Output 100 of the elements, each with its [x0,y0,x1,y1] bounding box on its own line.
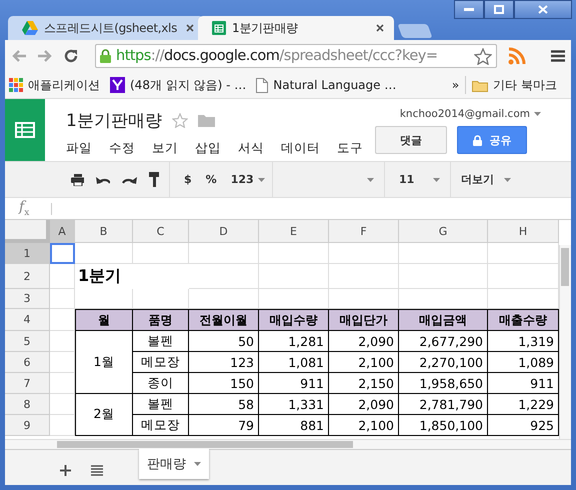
browser-tab[interactable]: 1분기판매량 [198,16,394,40]
column-header[interactable]: H [488,220,559,243]
sheet-cell[interactable] [399,264,488,289]
apps-grid-icon [9,78,23,92]
menu-item[interactable]: 수정 [109,140,135,157]
minimize-button[interactable] [454,0,484,19]
more-dropdown[interactable]: 더보기 [451,172,521,187]
sheet-cell[interactable] [189,243,259,264]
bookmark-item[interactable]: Natural Language … [256,78,396,92]
column-header[interactable]: C [133,220,189,243]
row-header[interactable]: 8 [5,394,50,415]
table-cell: 150 [189,373,259,394]
lock-icon [472,134,482,146]
table-header-cell: 월 [75,309,133,331]
reload-icon[interactable] [63,48,79,64]
row-header[interactable]: 9 [5,415,50,436]
caret-icon [258,178,265,182]
select-all-corner[interactable] [5,220,50,243]
address-bar[interactable]: https://docs.google.com/spreadsheet/ccc?key= [95,44,497,68]
lock-icon [100,49,111,63]
table-cell: 2,100 [329,352,399,373]
sheet-cell[interactable] [399,243,488,264]
star-icon[interactable] [474,48,492,64]
menu-item[interactable]: 서식 [238,140,264,157]
percent-format-button[interactable]: % [206,173,217,186]
row-header[interactable]: 7 [5,373,50,394]
close-icon [538,5,548,14]
row-header[interactable]: 1 [5,243,50,264]
close-button[interactable] [514,0,572,19]
table-cell: 2,677,290 [399,331,488,352]
sheet-cell[interactable] [259,243,329,264]
table-cell: 볼펜 [133,394,189,415]
row-header[interactable]: 5 [5,331,50,352]
paint-roller-icon[interactable] [148,172,160,187]
table-header-cell: 매입수량 [259,309,329,331]
table-cell: 종이 [133,373,189,394]
horizontal-scrollbar-thumb[interactable] [57,441,353,448]
new-tab-button[interactable] [397,24,433,38]
menu-item[interactable]: 데이터 [281,140,320,157]
maximize-button[interactable] [484,0,514,19]
table-header-cell: 품명 [133,309,189,331]
bookmark-item[interactable]: (48개 읽지 않음) - … [110,76,246,94]
table-cell: 2,100 [329,415,399,436]
folder-icon [472,78,488,92]
selected-cell[interactable] [50,243,75,264]
print-icon[interactable] [71,174,84,186]
menu-icon[interactable] [551,50,565,62]
close-icon[interactable] [186,24,194,32]
yahoo-icon [110,77,125,93]
column-header[interactable]: A [50,220,75,243]
bookmark-folder[interactable]: 기타 북마크 [472,76,557,94]
row-header[interactable]: 3 [5,289,50,309]
spreadsheet-logo-icon[interactable] [15,122,35,138]
table-cell: 2,090 [329,331,399,352]
menu-item[interactable]: 파일 [66,140,92,157]
currency-format-button[interactable]: $ [184,173,192,186]
column-header[interactable]: B [75,220,133,243]
column-header[interactable]: E [259,220,329,243]
caret-icon [433,178,440,182]
menu-item[interactable]: 삽입 [195,140,221,157]
table-cell: 881 [259,415,329,436]
account-email[interactable]: knchoo2014@gmail.com [400,108,530,120]
table-header-cell: 매입금액 [399,309,488,331]
sheet-title: 1분기 [75,264,189,289]
back-icon[interactable] [11,49,27,63]
menu-item[interactable]: 보기 [152,140,178,157]
table-cell: 메모장 [133,415,189,436]
rss-icon[interactable] [507,46,527,66]
folder-icon[interactable] [198,114,215,127]
caret-icon [504,178,511,182]
column-header[interactable]: D [189,220,259,243]
font-size-dropdown[interactable]: 11 [385,173,450,186]
more-bookmarks-button[interactable]: » [452,78,460,92]
sheet-cell[interactable] [329,243,399,264]
table-header-cell: 매입단가 [329,309,399,331]
number-format-dropdown[interactable]: 123 [230,173,265,186]
vertical-scrollbar-thumb[interactable] [561,248,569,286]
drive-icon [22,21,38,35]
redo-icon[interactable] [122,174,137,184]
row-header[interactable]: 4 [5,309,50,331]
row-header[interactable]: 2 [5,264,50,289]
table-header-cell: 매출수량 [488,309,559,331]
undo-icon[interactable] [96,174,110,184]
row-header[interactable]: 6 [5,352,50,373]
menu-item[interactable]: 도구 [337,140,363,157]
sheet-cell[interactable] [50,289,75,309]
column-header[interactable]: F [329,220,399,243]
close-icon[interactable] [376,24,384,32]
sheet-cell[interactable] [259,264,329,289]
table-cell: 1월 [75,331,133,394]
star-icon[interactable] [172,113,188,128]
bookmark-item[interactable]: 애플리케이션 [9,76,100,94]
caret-icon [194,462,201,466]
comments-button[interactable]: 댓글 [375,126,447,154]
document-title[interactable]: 1분기판매량 [66,109,162,132]
column-header[interactable]: G [399,220,488,243]
sheet-cell[interactable] [329,264,399,289]
page-icon [256,78,268,92]
sheet-tab[interactable]: 판매량 [139,449,209,479]
forward-icon[interactable] [37,49,53,63]
